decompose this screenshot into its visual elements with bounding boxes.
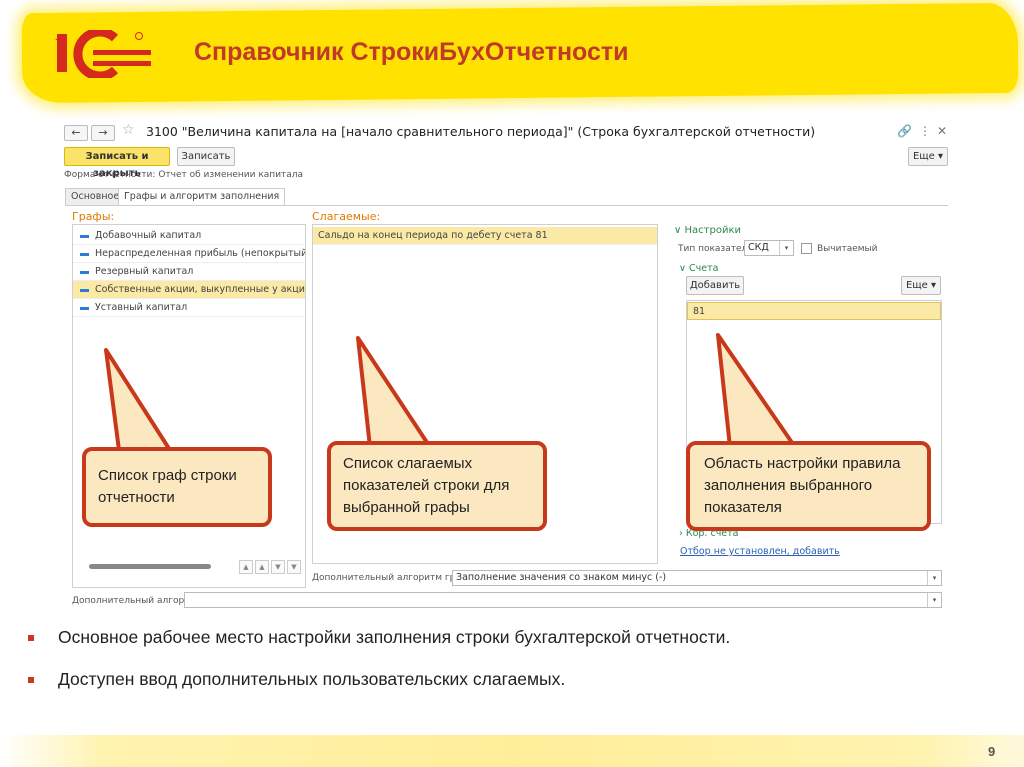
callout-terms: Список слагаемых показателей строки для …	[327, 441, 547, 531]
callout-columns: Список граф строки отчетности	[82, 447, 272, 527]
bullet-text: Основное рабочее место настройки заполне…	[58, 627, 731, 647]
bullet-marker-icon	[28, 635, 34, 641]
bullet-list: Основное рабочее место настройки заполне…	[28, 627, 988, 711]
footer-band	[0, 735, 1024, 767]
bullet-text: Доступен ввод дополнительных пользовател…	[58, 669, 566, 689]
callout-settings: Область настройки правила заполнения выб…	[686, 441, 931, 531]
bullet-item: Основное рабочее место настройки заполне…	[28, 627, 988, 648]
bullet-item: Доступен ввод дополнительных пользовател…	[28, 669, 988, 690]
bullet-marker-icon	[28, 677, 34, 683]
page-number: 9	[988, 744, 996, 759]
